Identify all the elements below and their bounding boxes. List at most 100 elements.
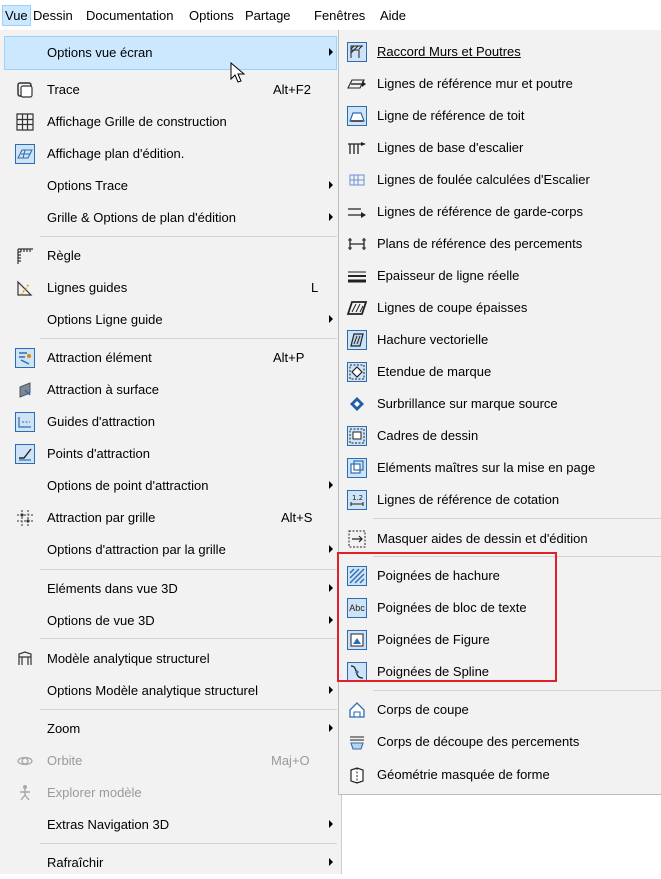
submenu-item-masquer-aides[interactable]: Masquer aides de dessin et d'édition bbox=[339, 523, 661, 555]
menu-fenetres[interactable]: Fenêtres bbox=[314, 8, 365, 23]
submenu-item-hachure-vectorielle[interactable]: Hachure vectorielle bbox=[339, 324, 661, 356]
menu-dessin[interactable]: Dessin bbox=[33, 8, 73, 23]
guide-lines-icon bbox=[15, 278, 35, 298]
structural-model-icon bbox=[15, 649, 35, 669]
submenu-item-corps-decoupe[interactable]: Corps de découpe des percements bbox=[339, 726, 661, 758]
opening-reference-plane-icon bbox=[347, 234, 367, 254]
submenu-item-reference-garde-corps[interactable]: Lignes de référence de garde-corps bbox=[339, 196, 661, 228]
grid-snap-icon bbox=[15, 508, 35, 528]
menu-item-label: Rafraîchir bbox=[47, 855, 104, 870]
submenu-item-lignes-coupe[interactable]: Lignes de coupe épaisses bbox=[339, 292, 661, 324]
menu-item-label: Règle bbox=[47, 248, 81, 263]
annotation-highlight-box bbox=[337, 552, 557, 682]
menu-item-label: Plans de référence des percements bbox=[377, 236, 583, 251]
menu-item-options-modele-analytique[interactable]: Options Modèle analytique structurel bbox=[0, 675, 341, 707]
menu-item-regle[interactable]: Règle bbox=[0, 240, 341, 272]
wall-reference-line-icon bbox=[347, 74, 367, 94]
menu-item-label: Corps de coupe bbox=[377, 702, 469, 717]
menu-documentation[interactable]: Documentation bbox=[86, 8, 173, 23]
menu-item-attraction-grille[interactable]: Attraction par grille Alt+S bbox=[0, 502, 341, 534]
menu-item-trace[interactable]: Trace Alt+F2 bbox=[0, 74, 341, 106]
menu-item-options-vue-3d[interactable]: Options de vue 3D bbox=[0, 605, 341, 637]
submenu-item-etendue-marque[interactable]: Etendue de marque bbox=[339, 356, 661, 388]
surface-snap-icon bbox=[15, 380, 35, 400]
submenu-item-cadres-dessin[interactable]: Cadres de dessin bbox=[339, 420, 661, 452]
shortcut-label: Maj+O bbox=[271, 753, 310, 768]
submenu-item-reference-cotation[interactable]: 1.2 Lignes de référence de cotation bbox=[339, 484, 661, 516]
menu-item-lignes-guides[interactable]: Lignes guides L bbox=[0, 272, 341, 304]
menu-item-label: Zoom bbox=[47, 721, 81, 736]
menu-item-rafraichir[interactable]: Rafraîchir bbox=[0, 847, 341, 879]
menu-item-attraction-element[interactable]: Attraction élément Alt+P bbox=[0, 342, 341, 374]
submenu-arrow-icon bbox=[329, 48, 333, 56]
menu-options[interactable]: Options bbox=[189, 8, 234, 23]
menu-item-label: Attraction par grille bbox=[47, 510, 156, 525]
menu-item-options-trace[interactable]: Options Trace bbox=[0, 170, 341, 202]
master-layout-items-icon bbox=[347, 458, 367, 478]
wall-beam-junction-icon bbox=[347, 42, 367, 62]
dimension-reference-lines-icon: 1.2 bbox=[347, 490, 367, 510]
shortcut-label: Alt+S bbox=[281, 510, 313, 525]
menu-item-attraction-surface[interactable]: Attraction à surface bbox=[0, 374, 341, 406]
menu-item-label: Guides d'attraction bbox=[47, 414, 155, 429]
snap-guides-icon bbox=[15, 412, 35, 432]
submenu-item-lignes-reference-mur[interactable]: Lignes de référence mur et poutre bbox=[339, 68, 661, 100]
menu-item-label: Corps de découpe des percements bbox=[377, 734, 580, 749]
submenu-arrow-icon bbox=[329, 545, 333, 553]
railing-reference-line-icon bbox=[347, 202, 367, 222]
roof-reference-line-icon bbox=[347, 106, 367, 126]
separator bbox=[40, 843, 337, 844]
menu-item-modele-analytique[interactable]: Modèle analytique structurel bbox=[0, 643, 341, 675]
menu-item-elements-vue-3d[interactable]: Eléments dans vue 3D bbox=[0, 573, 341, 605]
submenu-item-reference-toit[interactable]: Ligne de référence de toit bbox=[339, 100, 661, 132]
menu-item-plan-edition[interactable]: Affichage plan d'édition. bbox=[0, 138, 341, 170]
submenu-item-epaisseur-ligne[interactable]: Epaisseur de ligne réelle bbox=[339, 260, 661, 292]
source-marker-highlight-icon bbox=[347, 394, 367, 414]
menu-item-options-ligne-guide[interactable]: Options Ligne guide bbox=[0, 304, 341, 336]
menu-item-grille-options[interactable]: Grille & Options de plan d'édition bbox=[0, 202, 341, 234]
drawing-frames-icon bbox=[347, 426, 367, 446]
submenu-arrow-icon bbox=[329, 481, 333, 489]
submenu-arrow-icon bbox=[329, 584, 333, 592]
submenu-item-raccord-murs-poutres[interactable]: Raccord Murs et Poutres bbox=[339, 36, 661, 68]
menu-item-grille-construction[interactable]: Affichage Grille de construction bbox=[0, 106, 341, 138]
submenu-item-elements-maitres[interactable]: Eléments maîtres sur la mise en page bbox=[339, 452, 661, 484]
menu-item-label: Extras Navigation 3D bbox=[47, 817, 170, 832]
menu-item-guides-attraction[interactable]: Guides d'attraction bbox=[0, 406, 341, 438]
submenu-item-foulee-escalier[interactable]: Lignes de foulée calculées d'Escalier bbox=[339, 164, 661, 196]
shortcut-label: Alt+P bbox=[273, 350, 305, 365]
vue-dropdown-menu: Options vue écran Trace Alt+F2 Affichage… bbox=[0, 30, 342, 874]
menu-item-label: Grille & Options de plan d'édition bbox=[47, 210, 236, 225]
menu-item-options-vue-ecran[interactable]: Options vue écran bbox=[4, 36, 337, 70]
menu-item-options-point-attraction[interactable]: Options de point d'attraction bbox=[0, 470, 341, 502]
menu-item-label: Options vue écran bbox=[47, 45, 153, 60]
menu-item-label: Modèle analytique structurel bbox=[47, 651, 210, 666]
submenu-item-base-escalier[interactable]: Lignes de base d'escalier bbox=[339, 132, 661, 164]
menu-item-points-attraction[interactable]: Points d'attraction bbox=[0, 438, 341, 470]
menu-vue[interactable]: Vue bbox=[2, 5, 31, 26]
menu-item-label: Affichage plan d'édition. bbox=[47, 146, 185, 161]
menu-item-extras-navigation-3d[interactable]: Extras Navigation 3D bbox=[0, 809, 341, 841]
shortcut-label: L bbox=[311, 280, 319, 295]
separator bbox=[40, 236, 337, 237]
submenu-item-geometrie-masquee[interactable]: Géométrie masquée de forme bbox=[339, 759, 661, 791]
menu-item-label: Etendue de marque bbox=[377, 364, 492, 379]
menu-item-options-attraction-grille[interactable]: Options d'attraction par la grille bbox=[0, 534, 341, 566]
submenu-item-corps-coupe[interactable]: Corps de coupe bbox=[339, 694, 661, 726]
editing-plane-icon bbox=[15, 144, 35, 164]
menu-item-label: Options de vue 3D bbox=[47, 613, 155, 628]
shortcut-label: Alt+F2 bbox=[273, 82, 311, 97]
submenu-arrow-icon bbox=[329, 820, 333, 828]
menu-partage[interactable]: Partage bbox=[245, 8, 291, 23]
menu-aide[interactable]: Aide bbox=[380, 8, 406, 23]
separator bbox=[373, 518, 661, 519]
submenu-item-plans-percements[interactable]: Plans de référence des percements bbox=[339, 228, 661, 260]
submenu-arrow-icon bbox=[329, 616, 333, 624]
menu-item-label: Ligne de référence de toit bbox=[377, 108, 525, 123]
bold-cut-lines-icon bbox=[347, 298, 367, 318]
grid-icon bbox=[15, 112, 35, 132]
svg-text:1.2: 1.2 bbox=[352, 494, 363, 502]
menu-item-label: Masquer aides de dessin et d'édition bbox=[377, 531, 588, 546]
menu-item-zoom[interactable]: Zoom bbox=[0, 713, 341, 745]
submenu-item-surbrillance-marque[interactable]: Surbrillance sur marque source bbox=[339, 388, 661, 420]
